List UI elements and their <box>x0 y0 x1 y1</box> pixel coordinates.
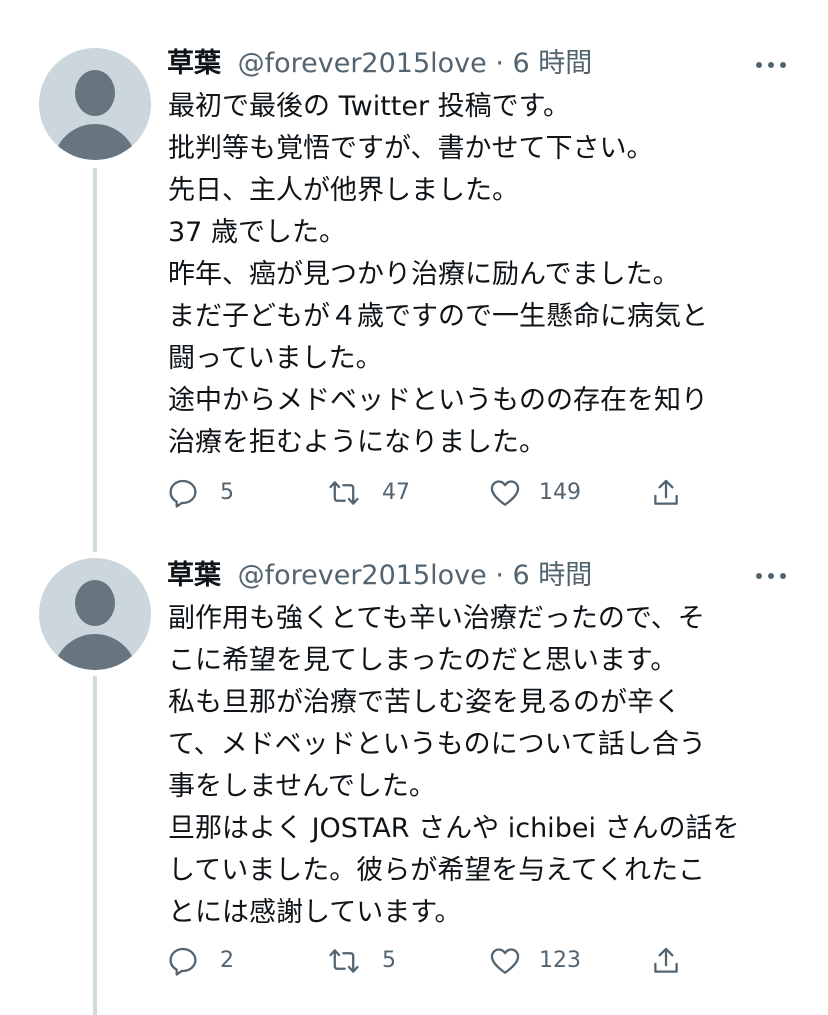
more-dot <box>756 573 762 579</box>
more-dot <box>756 62 762 68</box>
tweet-text-line: て、メドベッドというものについて話し合う <box>168 729 706 760</box>
tweet[interactable]: 草葉 @forever2015love · 6 時間 副作用も強くとても辛い治療… <box>0 530 828 1015</box>
display-name[interactable]: 草葉 <box>167 48 221 79</box>
retweet-count: 47 <box>382 480 410 505</box>
tweet-text-line: こに希望を見てしまったのだと思います。 <box>168 645 678 676</box>
tweet-actions: 2 5 123 <box>163 941 703 981</box>
tweet-header: 草葉 @forever2015love · 6 時間 <box>167 44 592 84</box>
separator-dot: · <box>495 560 504 591</box>
tweet-header: 草葉 @forever2015love · 6 時間 <box>167 556 592 596</box>
like-count: 149 <box>539 480 581 505</box>
separator-dot: · <box>495 48 504 79</box>
tweet-text-line: 途中からメドベッドというものの存在を知り <box>168 385 708 416</box>
retweet-icon <box>329 949 359 973</box>
tweet-text-line: とには感謝しています。 <box>168 897 462 928</box>
tweet-text-line: 闘っていました。 <box>168 343 383 374</box>
timestamp[interactable]: 6 時間 <box>513 48 593 79</box>
like-icon <box>490 948 520 974</box>
tweet-text: 最初で最後の Twitter 投稿です。 批判等も覚悟ですが、書かせて下さい。 … <box>168 86 808 464</box>
avatar-body <box>53 634 137 670</box>
tweet-text-line: 昨年、癌が見つかり治療に励んでました。 <box>168 259 680 290</box>
share-icon <box>654 947 678 973</box>
tweet-text-line: 37 歳でした。 <box>168 217 346 248</box>
more-icon[interactable] <box>754 58 788 72</box>
tweet-text-line: していました。彼らが希望を与えてくれたこ <box>168 855 706 886</box>
more-dot <box>768 573 774 579</box>
more-icon[interactable] <box>754 569 788 583</box>
avatar-body <box>53 124 137 160</box>
display-name[interactable]: 草葉 <box>167 560 221 591</box>
share-icon <box>654 479 678 505</box>
handle[interactable]: @forever2015love <box>238 48 487 79</box>
tweet-text-line: 旦那はよく JOSTAR さんや ichibei さんの話を <box>168 813 740 844</box>
thread-line <box>93 676 97 1015</box>
thread-line <box>93 168 97 552</box>
reply-icon <box>169 947 197 976</box>
more-dot <box>780 573 786 579</box>
like-icon <box>490 480 520 506</box>
tweet-text-line: 事をしませんでした。 <box>168 771 436 802</box>
avatar-head <box>75 70 115 116</box>
reply-count: 2 <box>220 948 234 973</box>
tweet-actions: 5 47 149 <box>163 473 703 513</box>
retweet-count: 5 <box>382 948 396 973</box>
tweet-text: 副作用も強くとても辛い治療だったので、そ こに希望を見てしまったのだと思います。… <box>168 598 808 934</box>
more-dot <box>768 62 774 68</box>
retweet-icon <box>329 481 359 505</box>
tweet-text-line: 副作用も強くとても辛い治療だったので、そ <box>168 603 705 634</box>
more-dot <box>780 62 786 68</box>
tweet[interactable]: 草葉 @forever2015love · 6 時間 最初で最後の Twitte… <box>0 0 828 552</box>
avatar[interactable] <box>39 48 151 160</box>
tweet-text-line: 先日、主人が他界しました。 <box>168 175 519 206</box>
tweet-text-line: 私も旦那が治療で苦しむ姿を見るのが辛く <box>168 687 681 718</box>
avatar[interactable] <box>39 558 151 670</box>
tweet-text-line: 最初で最後の Twitter 投稿です。 <box>168 91 570 122</box>
tweet-text-line: まだ子どもが４歳ですので一生懸命に病気と <box>168 301 708 332</box>
reply-icon <box>169 479 197 508</box>
tweet-text-line: 治療を拒むようになりました。 <box>168 427 546 458</box>
timestamp[interactable]: 6 時間 <box>513 560 593 591</box>
reply-count: 5 <box>220 480 234 505</box>
avatar-head <box>75 580 115 626</box>
like-count: 123 <box>539 948 581 973</box>
tweet-text-line: 批判等も覚悟ですが、書かせて下さい。 <box>168 133 654 164</box>
handle[interactable]: @forever2015love <box>238 560 487 591</box>
share-button[interactable] <box>649 473 685 513</box>
share-button[interactable] <box>649 941 685 981</box>
